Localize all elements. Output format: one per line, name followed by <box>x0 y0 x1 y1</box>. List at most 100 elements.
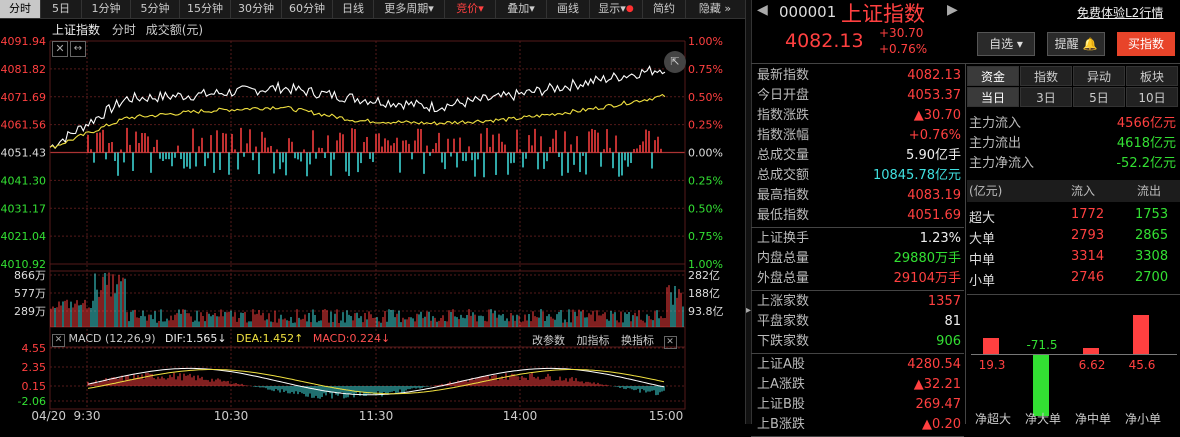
current-price: 4082.13 <box>785 30 864 52</box>
macd-dea: DEA:1.452↑ <box>236 332 304 345</box>
pct-tick-label: 0.75% <box>688 230 723 243</box>
flow-tab[interactable]: 资金 <box>967 66 1019 86</box>
flow-tab[interactable]: 指数 <box>1020 66 1072 86</box>
price-tick-label: 4021.04 <box>1 230 47 243</box>
watchlist-dropdown[interactable]: 自选 ▾ <box>977 32 1035 56</box>
alert-button[interactable]: 提醒 🔔 <box>1047 32 1105 56</box>
buy-index-button[interactable]: 买指数 <box>1117 32 1175 56</box>
flow-main-label: 主力净流入 <box>969 156 1035 171</box>
volume-tick-label: 289万 <box>14 305 46 318</box>
more-periods-dropdown[interactable]: 更多周期▾ <box>374 0 445 18</box>
macd-value: MACD:0.224↓ <box>312 332 391 345</box>
macd-panel-close-icon[interactable]: ✕ <box>663 336 677 349</box>
flow-main-label: 主力流入 <box>969 116 1022 131</box>
quote-stat-row: 总成交量 5.90亿手 <box>757 146 961 166</box>
draw-line-button[interactable]: 画线 <box>547 0 590 18</box>
hide-button[interactable]: 隐藏 » <box>686 0 744 18</box>
tab-daily[interactable]: 日线 <box>333 0 374 18</box>
quote-stat-label: 最低指数 <box>757 208 810 223</box>
quote-stat-row: 今日开盘 4053.37 <box>757 86 961 106</box>
stock-name: 上证指数 <box>841 2 925 26</box>
free-l2-link[interactable]: 免费体验L2行情 <box>1077 4 1163 21</box>
quote-stat-label: 指数涨跌 <box>757 108 810 123</box>
chart-grid <box>49 40 686 410</box>
horizontal-resize-icon[interactable]: ↔ <box>70 41 86 57</box>
flow-period-tab[interactable]: 10日 <box>1126 87 1178 107</box>
pct-tick-label: 0.50% <box>688 202 723 215</box>
quote-stat-value: +0.76% <box>908 128 961 143</box>
more-periods-label: 更多周期 <box>384 2 429 15</box>
volume-stat-value: 1.23% <box>919 231 961 246</box>
flow-main-value: -52.2亿元 <box>1116 156 1176 171</box>
quote-stat-row: 指数涨幅 +0.76% <box>757 126 961 146</box>
flow-period-tab[interactable]: 5日 <box>1073 87 1125 107</box>
tab-60min[interactable]: 60分钟 <box>282 0 333 18</box>
breadth-stat-row: 平盘家数 81 <box>757 312 961 332</box>
prev-stock-icon[interactable]: ◀ <box>757 2 768 18</box>
macd-tick-label: 2.35 <box>22 361 47 374</box>
pct-tick-label: 0.25% <box>688 119 723 132</box>
volume-tick-label: 577万 <box>14 287 46 300</box>
volume-stat-value: 29880万手 <box>893 251 961 266</box>
macd-add-indicator-link[interactable]: 加指标 <box>577 334 610 347</box>
chart-tab-volume[interactable]: 成交额(元) <box>146 23 203 37</box>
quote-stat-row: 最低指数 4051.69 <box>757 206 961 226</box>
simple-button[interactable]: 简约 <box>643 0 686 18</box>
macd-tick-label: 4.55 <box>22 342 47 355</box>
flow-net-bar-value: 19.3 <box>978 358 1006 372</box>
quote-stat-value: 10845.78亿元 <box>872 168 961 183</box>
price-tick-label: 4061.56 <box>1 119 47 132</box>
sector-stat-value: ▲32.21 <box>913 377 961 392</box>
breadth-stat-value: 1357 <box>927 294 961 309</box>
tab-5min[interactable]: 5分钟 <box>131 0 180 18</box>
price-tick-label: 4091.94 <box>1 35 47 48</box>
flow-main-value: 4618亿元 <box>1116 136 1176 151</box>
macd-label[interactable]: MACD (12,26,9) <box>69 332 156 345</box>
macd-close-icon[interactable]: ✕ <box>52 334 65 347</box>
quote-stat-label: 总成交额 <box>757 168 810 183</box>
flow-tab[interactable]: 板块 <box>1126 66 1178 86</box>
sector-stat-value: ▲0.20 <box>922 417 961 432</box>
auction-dropdown[interactable]: 竞价▾ <box>445 0 496 18</box>
divider <box>967 294 1180 295</box>
overlay-dropdown[interactable]: 叠加▾ <box>496 0 547 18</box>
chart-title: 上证指数 <box>52 23 101 37</box>
flow-period-tab[interactable]: 当日 <box>967 87 1019 107</box>
volume-stat-row: 外盘总量 29104万手 <box>757 269 961 289</box>
intraday-chart[interactable]: 4091.94 1.00% 4081.82 0.75% 4071.69 0.50% 4061… <box>0 19 745 424</box>
tab-30min[interactable]: 30分钟 <box>231 0 282 18</box>
tab-15min[interactable]: 15分钟 <box>180 0 231 18</box>
sector-stat-row: 上A涨跌 ▲32.21 <box>757 375 961 395</box>
quote-stat-label: 最高指数 <box>757 188 810 203</box>
column-divider <box>965 64 966 424</box>
macd-header: ✕ MACD (12,26,9) DIF:1.565↓ DEA:1.452↑ M… <box>52 332 390 347</box>
chevron-down-icon: ▾ <box>1016 37 1023 51</box>
macd-switch-indicator-link[interactable]: 换指标 <box>621 334 654 347</box>
chart-tab-fenshi[interactable]: 分时 <box>112 23 136 37</box>
price-change: +30.70 <box>879 26 924 40</box>
macd-dif: DIF:1.565↓ <box>165 332 227 345</box>
tab-5day[interactable]: 5日 <box>41 0 82 18</box>
volume-stat-value: 29104万手 <box>893 271 961 286</box>
flow-net-bar-value: 45.6 <box>1128 358 1156 372</box>
flow-tab[interactable]: 异动 <box>1073 66 1125 86</box>
tab-1min[interactable]: 1分钟 <box>82 0 131 18</box>
flow-row-out: 2700 <box>1135 270 1169 285</box>
tab-fenshi[interactable]: 分时 <box>0 0 41 18</box>
stock-code: 000001 <box>779 3 837 21</box>
breadth-stat-row: 上涨家数 1357 <box>757 292 961 312</box>
flow-net-bar-label: 净大单 <box>1024 412 1061 426</box>
time-axis-label: 11:30 <box>359 409 394 423</box>
display-dropdown[interactable]: 显示▾● <box>590 0 643 18</box>
chevron-down-icon: ▾ <box>428 2 434 15</box>
breadth-stat-row: 下跌家数 906 <box>757 332 961 352</box>
sector-stat-label: 上B涨跌 <box>757 417 805 432</box>
macd-links: 改参数 加指标 换指标 ✕ <box>532 332 677 349</box>
close-icon[interactable]: ✕ <box>52 41 68 57</box>
macd-edit-params-link[interactable]: 改参数 <box>532 334 565 347</box>
return-icon[interactable]: ⇱ <box>664 51 686 73</box>
sector-stat-row: 上B涨跌 ▲0.20 <box>757 415 961 435</box>
quote-stat-label: 今日开盘 <box>757 88 810 103</box>
next-stock-icon[interactable]: ▶ <box>947 2 958 18</box>
flow-period-tab[interactable]: 3日 <box>1020 87 1072 107</box>
